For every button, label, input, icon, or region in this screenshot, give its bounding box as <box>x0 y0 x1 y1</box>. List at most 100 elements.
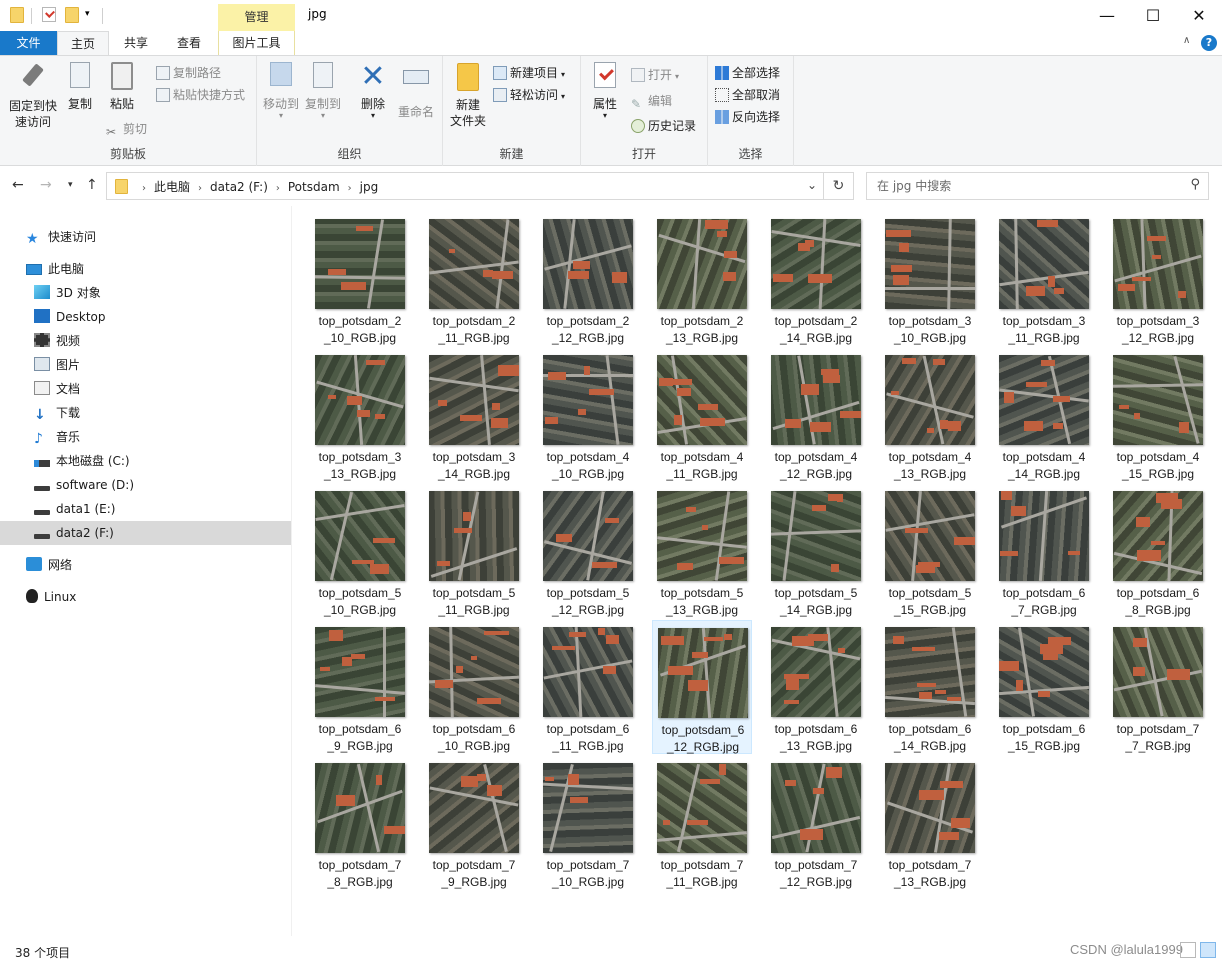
properties-button[interactable]: 属性 ▾ <box>587 62 623 120</box>
nav-item-quick-access[interactable]: ★ 快速访问 <box>0 225 291 249</box>
file-item[interactable]: top_potsdam_6 _10_RGB.jpg <box>424 620 524 754</box>
breadcrumb-this-pc[interactable]: 此电脑 <box>154 178 190 195</box>
file-item[interactable]: top_potsdam_6 _15_RGB.jpg <box>994 620 1094 754</box>
file-item[interactable]: top_potsdam_6 _9_RGB.jpg <box>310 620 410 754</box>
select-all-button[interactable]: 全部选择 <box>715 63 780 83</box>
file-item[interactable]: top_potsdam_7 _8_RGB.jpg <box>310 756 410 890</box>
details-view-icon[interactable] <box>1180 942 1196 958</box>
file-item[interactable]: top_potsdam_6 _12_RGB.jpg <box>652 620 752 754</box>
file-item[interactable]: top_potsdam_7 _13_RGB.jpg <box>880 756 980 890</box>
file-item[interactable]: top_potsdam_3 _11_RGB.jpg <box>994 212 1094 346</box>
nav-item-3d-objects[interactable]: 3D 对象 <box>0 281 291 305</box>
file-item[interactable]: top_potsdam_4 _14_RGB.jpg <box>994 348 1094 482</box>
nav-item-documents[interactable]: 文档 <box>0 377 291 401</box>
tab-share[interactable]: 共享 <box>112 31 160 55</box>
edit-button[interactable]: ✎ 编辑 <box>631 91 672 111</box>
close-button[interactable]: ✕ <box>1176 0 1222 31</box>
file-item[interactable]: top_potsdam_3 _12_RGB.jpg <box>1108 212 1208 346</box>
tab-home[interactable]: 主页 <box>57 31 109 56</box>
file-item[interactable]: top_potsdam_6 _11_RGB.jpg <box>538 620 638 754</box>
file-item[interactable]: top_potsdam_5 _14_RGB.jpg <box>766 484 866 618</box>
chevron-right-icon[interactable]: › <box>276 183 280 194</box>
new-folder-quick-icon[interactable] <box>65 7 79 23</box>
nav-item-pictures[interactable]: 图片 <box>0 353 291 377</box>
file-item[interactable]: top_potsdam_2 _13_RGB.jpg <box>652 212 752 346</box>
file-item[interactable]: top_potsdam_4 _13_RGB.jpg <box>880 348 980 482</box>
file-item[interactable]: top_potsdam_4 _11_RGB.jpg <box>652 348 752 482</box>
file-item[interactable]: top_potsdam_6 _14_RGB.jpg <box>880 620 980 754</box>
file-item[interactable]: top_potsdam_6 _8_RGB.jpg <box>1108 484 1208 618</box>
file-item[interactable]: top_potsdam_2 _14_RGB.jpg <box>766 212 866 346</box>
file-item[interactable]: top_potsdam_5 _12_RGB.jpg <box>538 484 638 618</box>
pin-to-quick-access-button[interactable]: 固定到快 速访问 <box>4 62 62 130</box>
nav-item-network[interactable]: 网络 <box>0 553 291 577</box>
breadcrumb-drive[interactable]: data2 (F:) <box>210 180 268 194</box>
file-item[interactable]: top_potsdam_2 _12_RGB.jpg <box>538 212 638 346</box>
nav-item-drive-f[interactable]: data2 (F:) <box>0 521 291 545</box>
file-item[interactable]: top_potsdam_7 _10_RGB.jpg <box>538 756 638 890</box>
file-item[interactable]: top_potsdam_5 _10_RGB.jpg <box>310 484 410 618</box>
invert-selection-button[interactable]: 反向选择 <box>715 107 780 127</box>
paste-shortcut-button[interactable]: 粘贴快捷方式 <box>156 85 245 105</box>
chevron-right-icon[interactable]: › <box>142 183 146 194</box>
file-item[interactable]: top_potsdam_4 _12_RGB.jpg <box>766 348 866 482</box>
maximize-button[interactable]: ☐ <box>1130 0 1176 31</box>
file-item[interactable]: top_potsdam_2 _10_RGB.jpg <box>310 212 410 346</box>
refresh-icon[interactable]: ↻ <box>824 172 854 200</box>
cut-button[interactable]: ✂ 剪切 <box>106 119 147 139</box>
chevron-right-icon[interactable]: › <box>198 183 202 194</box>
file-item[interactable]: top_potsdam_6 _7_RGB.jpg <box>994 484 1094 618</box>
breadcrumb-jpg[interactable]: jpg <box>360 180 379 194</box>
history-button[interactable]: 历史记录 <box>631 116 696 136</box>
file-item[interactable]: top_potsdam_7 _9_RGB.jpg <box>424 756 524 890</box>
paste-button[interactable]: 粘贴 <box>102 62 142 112</box>
rename-button[interactable]: 重命名 <box>394 62 438 120</box>
collapse-ribbon-chevron-icon[interactable]: ∧ <box>1183 35 1190 46</box>
nav-item-drive-e[interactable]: data1 (E:) <box>0 497 291 521</box>
search-input[interactable] <box>875 178 1175 194</box>
breadcrumb-potsdam[interactable]: Potsdam <box>288 180 340 194</box>
select-none-button[interactable]: 全部取消 <box>715 85 780 105</box>
file-item[interactable]: top_potsdam_3 _14_RGB.jpg <box>424 348 524 482</box>
nav-item-drive-d[interactable]: software (D:) <box>0 473 291 497</box>
forward-arrow-icon[interactable]: → <box>40 177 52 193</box>
tab-file[interactable]: 文件 <box>0 31 57 55</box>
nav-item-this-pc[interactable]: 此电脑 <box>0 257 291 281</box>
back-arrow-icon[interactable]: ← <box>12 177 24 193</box>
file-item[interactable]: top_potsdam_5 _15_RGB.jpg <box>880 484 980 618</box>
address-dropdown-chevron-icon[interactable]: ⌄ <box>807 178 817 192</box>
file-item[interactable]: top_potsdam_3 _10_RGB.jpg <box>880 212 980 346</box>
contextual-tab-manage[interactable]: 管理 <box>218 4 295 31</box>
file-item[interactable]: top_potsdam_3 _13_RGB.jpg <box>310 348 410 482</box>
new-item-button[interactable]: 新建项目 ▾ <box>493 63 565 83</box>
minimize-button[interactable]: — <box>1084 0 1130 31</box>
chevron-right-icon[interactable]: › <box>348 183 352 194</box>
up-arrow-icon[interactable]: ↑ <box>86 177 98 193</box>
file-item[interactable]: top_potsdam_2 _11_RGB.jpg <box>424 212 524 346</box>
tab-view[interactable]: 查看 <box>164 31 214 55</box>
new-folder-button[interactable]: 新建 文件夹 <box>447 62 489 129</box>
search-icon[interactable]: ⚲ <box>1190 177 1200 192</box>
nav-item-music[interactable]: ♪ 音乐 <box>0 425 291 449</box>
file-item[interactable]: top_potsdam_4 _10_RGB.jpg <box>538 348 638 482</box>
help-icon[interactable]: ? <box>1201 35 1217 51</box>
file-item[interactable]: top_potsdam_5 _13_RGB.jpg <box>652 484 752 618</box>
properties-quick-icon[interactable] <box>42 7 56 22</box>
tab-picture-tools[interactable]: 图片工具 <box>218 31 295 55</box>
file-item[interactable]: top_potsdam_7 _12_RGB.jpg <box>766 756 866 890</box>
nav-item-videos[interactable]: 视频 <box>0 329 291 353</box>
open-button[interactable]: 打开 ▾ <box>631 65 679 85</box>
file-item[interactable]: top_potsdam_4 _15_RGB.jpg <box>1108 348 1208 482</box>
search-box[interactable]: ⚲ <box>866 172 1209 200</box>
copy-path-button[interactable]: 复制路径 <box>156 63 221 83</box>
address-bar[interactable]: › 此电脑 › data2 (F:) › Potsdam › jpg ⌄ <box>106 172 824 200</box>
easy-access-button[interactable]: 轻松访问 ▾ <box>493 85 565 105</box>
file-item[interactable]: top_potsdam_6 _13_RGB.jpg <box>766 620 866 754</box>
copy-to-button[interactable]: 复制到 ▾ <box>303 62 343 120</box>
copy-button[interactable]: 复制 <box>62 62 98 112</box>
nav-item-linux[interactable]: Linux <box>0 585 291 609</box>
customize-toolbar-chevron-icon[interactable]: ▾ <box>85 9 90 19</box>
nav-item-desktop[interactable]: Desktop <box>0 305 291 329</box>
delete-button[interactable]: ✕ 删除 ▾ <box>355 62 391 120</box>
file-item[interactable]: top_potsdam_5 _11_RGB.jpg <box>424 484 524 618</box>
